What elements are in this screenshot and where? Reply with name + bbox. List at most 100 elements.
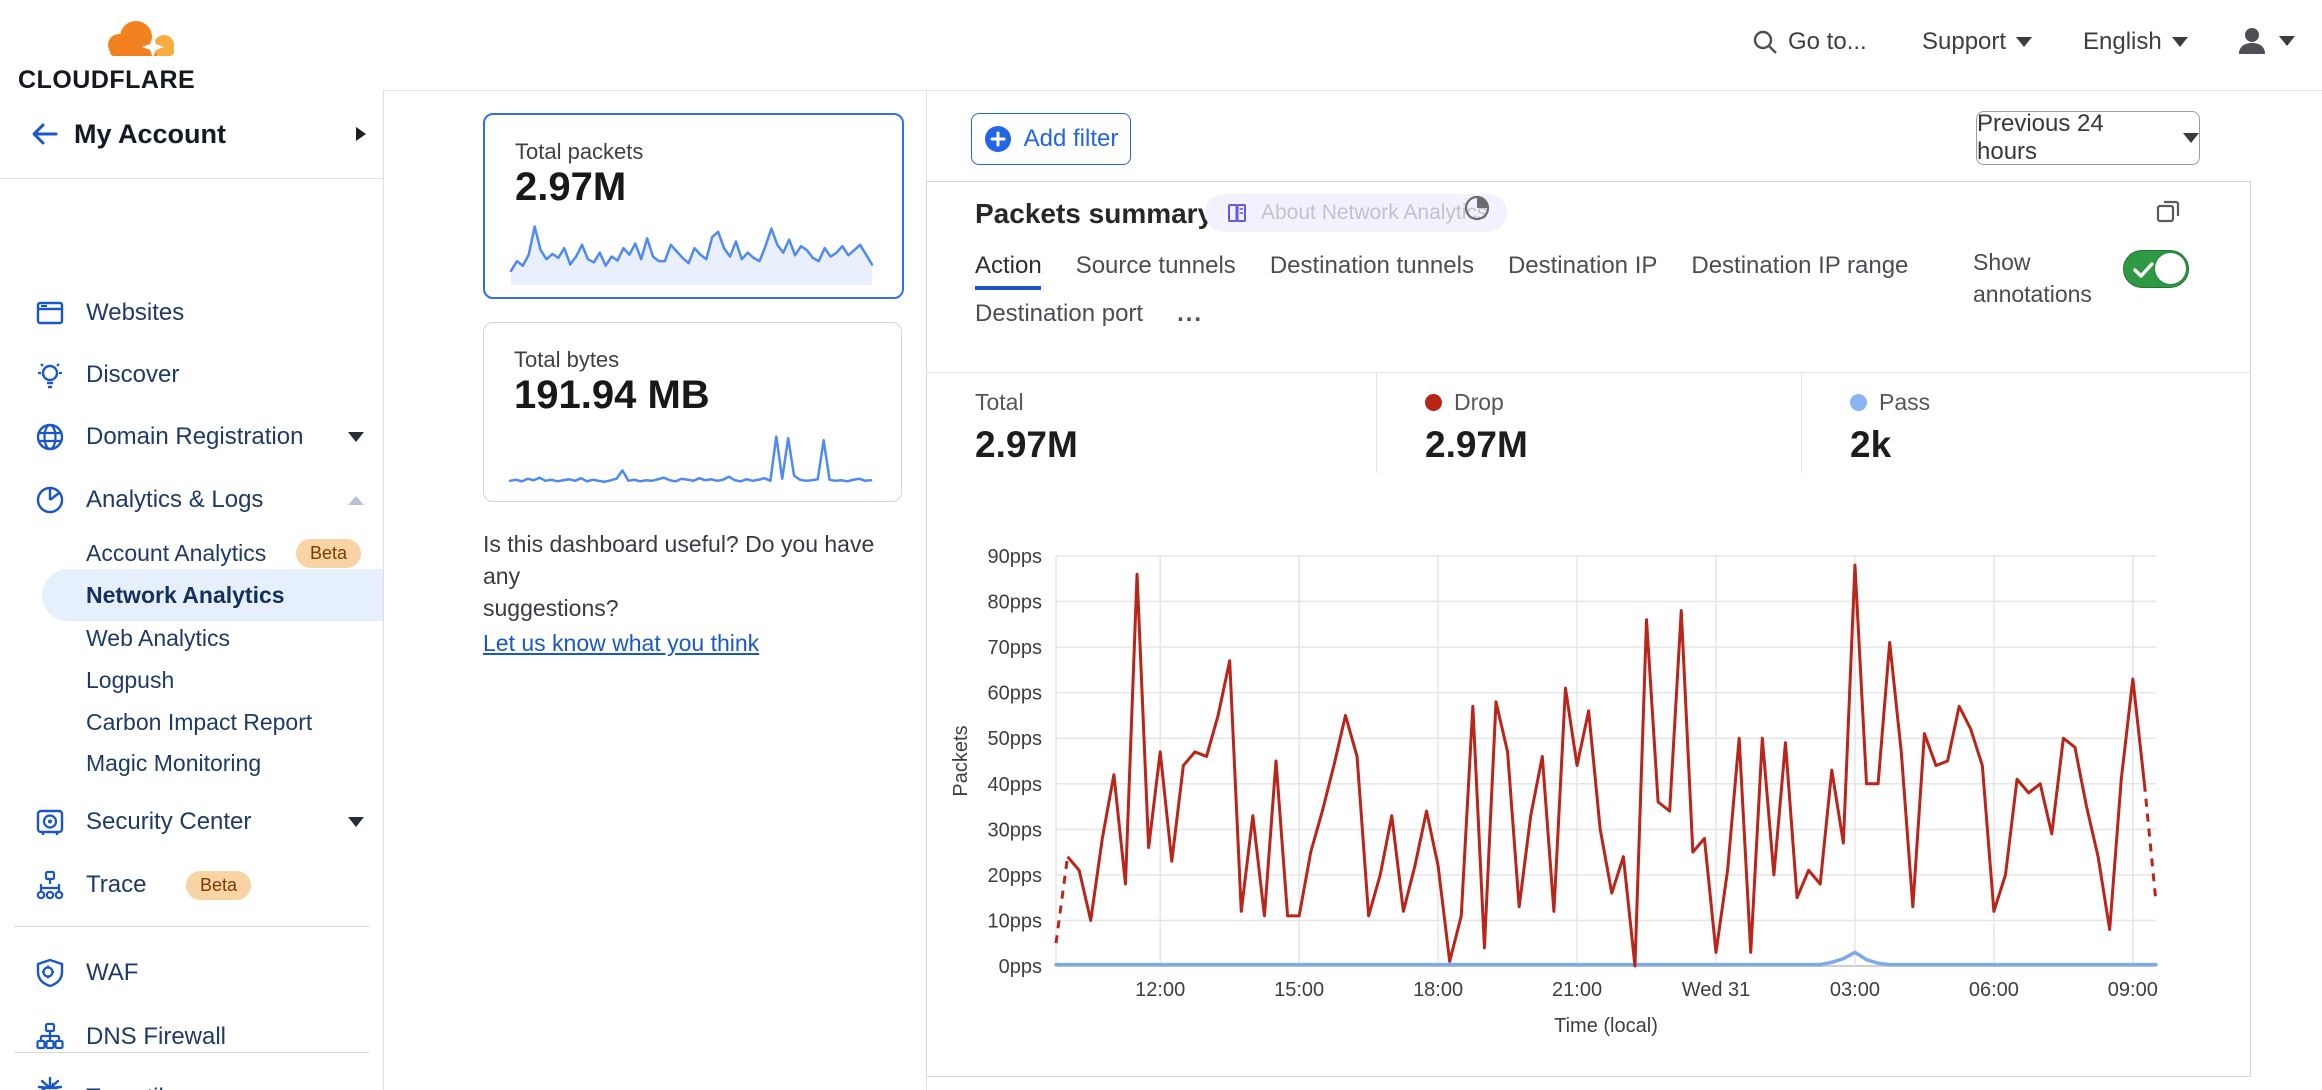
chevron-down-icon xyxy=(348,432,364,442)
pass-series-dot xyxy=(1850,394,1867,411)
account-title: My Account xyxy=(74,119,226,150)
chevron-down-icon xyxy=(2172,37,2188,47)
svg-text:Time (local): Time (local) xyxy=(1554,1015,1658,1037)
lightbulb-icon xyxy=(34,359,66,391)
svg-text:80pps: 80pps xyxy=(988,592,1043,614)
stat-pass[interactable]: Pass 2k xyxy=(1801,373,2250,473)
tab-destination-ip-range[interactable]: Destination IP range xyxy=(1691,252,1908,280)
drop-series-dot xyxy=(1425,394,1442,411)
sidebar-item-domain-registration[interactable]: Domain Registration xyxy=(0,416,383,458)
sidebar-item-network-analytics[interactable]: Network Analytics xyxy=(0,574,383,616)
svg-text:21:00: 21:00 xyxy=(1552,979,1602,1001)
sidebar: My Account Websites Discover xyxy=(0,90,384,1090)
tabs-row-1: Action Source tunnels Destination tunnel… xyxy=(975,252,1942,280)
svg-text:Packets: Packets xyxy=(950,725,972,796)
zero-trust-icon[interactable] xyxy=(34,1072,66,1090)
total-bytes-card[interactable]: Total bytes 191.94 MB xyxy=(483,322,902,502)
sidebar-item-trace[interactable]: Trace Beta xyxy=(0,864,383,906)
feedback-text: Is this dashboard useful? Do you have an… xyxy=(483,528,913,624)
svg-text:40pps: 40pps xyxy=(988,774,1043,796)
stat-total: Total 2.97M xyxy=(927,373,1376,473)
book-icon xyxy=(1225,201,1249,225)
chevron-down-icon xyxy=(348,817,364,827)
expand-view-icon[interactable] xyxy=(2155,198,2181,224)
sidebar-item-waf[interactable]: WAF xyxy=(0,952,383,994)
sidebar-item-analytics-logs[interactable]: Analytics & Logs xyxy=(0,479,383,521)
sidebar-item-magic-monitoring[interactable]: Magic Monitoring xyxy=(0,742,383,784)
trace-icon xyxy=(34,869,66,901)
tab-destination-port[interactable]: Destination port xyxy=(975,300,1143,328)
tabs-overflow-button[interactable]: ... xyxy=(1177,300,1203,328)
support-menu[interactable]: Support xyxy=(1922,28,2032,56)
sidebar-item-web-analytics[interactable]: Web Analytics xyxy=(0,617,383,659)
user-menu[interactable] xyxy=(2235,24,2295,58)
goto-label: Go to... xyxy=(1788,28,1867,56)
globe-icon xyxy=(34,421,66,453)
language-menu[interactable]: English xyxy=(2083,28,2188,56)
chevron-down-icon xyxy=(2016,37,2032,47)
beta-badge: Beta xyxy=(186,871,251,900)
svg-text:06:00: 06:00 xyxy=(1969,979,2019,1001)
dns-tree-icon xyxy=(34,1021,66,1053)
account-header-row: My Account xyxy=(0,90,383,179)
sidebar-item-websites[interactable]: Websites xyxy=(0,292,383,334)
toggle-knob xyxy=(2155,253,2186,284)
active-tab-underline xyxy=(975,286,1041,290)
goto-search[interactable]: Go to... xyxy=(1752,28,1867,56)
sidebar-divider xyxy=(14,1052,369,1053)
svg-text:15:00: 15:00 xyxy=(1274,979,1324,1001)
top-bar: CLOUDFLARE Go to... Support English xyxy=(0,0,2322,91)
tab-destination-ip[interactable]: Destination IP xyxy=(1508,252,1657,280)
sidebar-item-account-analytics[interactable]: Account Analytics Beta xyxy=(0,532,383,574)
packets-summary-card: Packets summary About Network Analytics … xyxy=(926,181,2251,1077)
tab-action[interactable]: Action xyxy=(975,252,1042,280)
svg-text:50pps: 50pps xyxy=(988,728,1043,750)
sidebar-item-discover[interactable]: Discover xyxy=(0,354,383,396)
svg-text:30pps: 30pps xyxy=(988,819,1043,841)
stat-drop[interactable]: Drop 2.97M xyxy=(1376,373,1801,473)
sidebar-item-carbon-impact-report[interactable]: Carbon Impact Report xyxy=(0,701,383,743)
packets-time-series-chart: 0pps 10pps 20pps 30pps 40pps 50pps 60pps 70pps 8… xyxy=(927,512,2250,1057)
back-arrow-icon[interactable] xyxy=(28,121,60,147)
add-filter-button[interactable]: Add filter xyxy=(971,113,1131,165)
chevron-right-icon[interactable] xyxy=(356,127,366,141)
safe-icon xyxy=(34,806,66,838)
cloudflare-network-analytics-page: CLOUDFLARE Go to... Support English xyxy=(0,0,2322,1090)
pie-timer-icon[interactable] xyxy=(1463,194,1491,222)
total-packets-card[interactable]: Total packets 2.97M xyxy=(483,113,904,299)
shield-gear-icon xyxy=(34,957,66,989)
chevron-down-icon xyxy=(2183,133,2199,143)
tab-destination-tunnels[interactable]: Destination tunnels xyxy=(1270,252,1474,280)
stat-total-value: 2.97M xyxy=(975,424,1376,466)
svg-text:90pps: 90pps xyxy=(988,546,1043,568)
feedback-link[interactable]: Let us know what you think xyxy=(483,630,759,656)
tabs-row-2: Destination port ... xyxy=(975,300,1237,328)
svg-text:70pps: 70pps xyxy=(988,637,1043,659)
plus-circle-icon xyxy=(984,125,1012,153)
sidebar-item-security-center[interactable]: Security Center xyxy=(0,801,383,843)
cloudflare-cloud-icon xyxy=(102,12,182,64)
svg-text:20pps: 20pps xyxy=(988,865,1043,887)
total-packets-value: 2.97M xyxy=(515,165,626,210)
pie-chart-icon xyxy=(34,484,66,516)
sidebar-item-logpush[interactable]: Logpush xyxy=(0,659,383,701)
check-icon xyxy=(2131,257,2157,283)
search-icon xyxy=(1752,29,1778,55)
svg-text:10pps: 10pps xyxy=(988,910,1043,932)
cloudflare-logo[interactable]: CLOUDFLARE xyxy=(18,10,198,82)
stat-drop-value: 2.97M xyxy=(1425,424,1801,466)
tab-source-tunnels[interactable]: Source tunnels xyxy=(1076,252,1236,280)
total-bytes-value: 191.94 MB xyxy=(514,373,710,418)
svg-text:0pps: 0pps xyxy=(999,956,1042,978)
show-annotations-toggle[interactable] xyxy=(2123,250,2189,288)
svg-text:09:00: 09:00 xyxy=(2108,979,2158,1001)
language-label: English xyxy=(2083,28,2162,56)
svg-text:Wed 31: Wed 31 xyxy=(1682,979,1751,1001)
svg-text:60pps: 60pps xyxy=(988,683,1043,705)
svg-text:12:00: 12:00 xyxy=(1135,979,1185,1001)
sidebar-divider xyxy=(14,926,369,927)
time-range-dropdown[interactable]: Previous 24 hours xyxy=(1976,111,2200,165)
stat-pass-value: 2k xyxy=(1850,424,2250,466)
browser-icon xyxy=(34,297,66,329)
beta-badge: Beta xyxy=(296,539,361,568)
